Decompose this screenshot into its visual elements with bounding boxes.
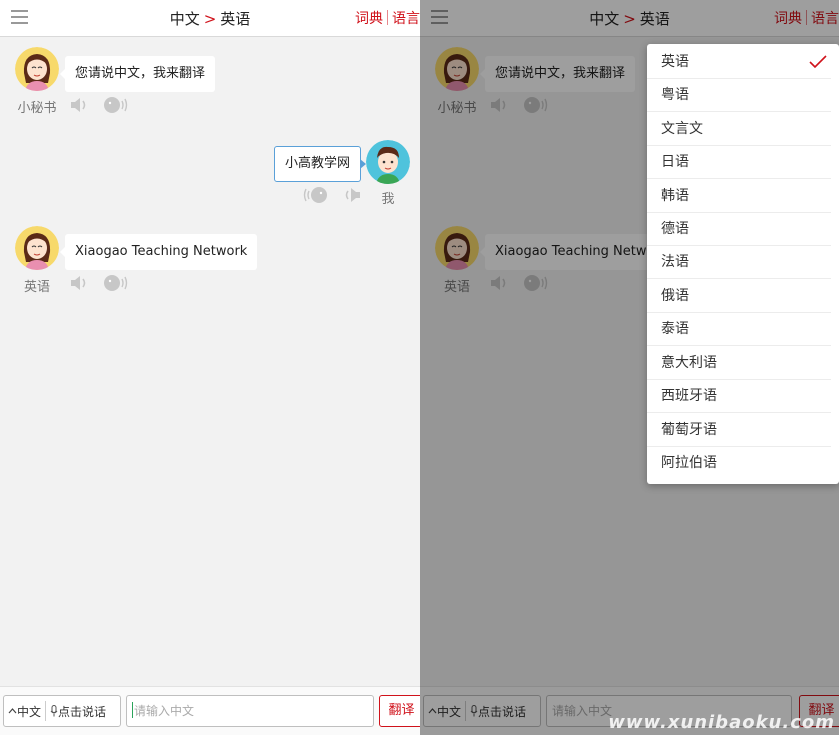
message-bubble[interactable]: Xiaogao Teaching Network	[60, 234, 258, 270]
speaker-icon[interactable]	[69, 96, 89, 114]
slow-speech-icon[interactable]	[302, 185, 328, 205]
translate-button[interactable]: 翻译	[379, 695, 420, 727]
microphone-icon	[50, 705, 58, 717]
input-mode-group: 中文 点击说话	[3, 695, 121, 727]
slow-speech-icon[interactable]	[103, 273, 129, 293]
dictionary-link[interactable]: 词典	[355, 11, 383, 27]
language-option[interactable]: 文言文	[647, 113, 831, 146]
input-language-toggle[interactable]: 中文	[4, 696, 45, 726]
message-text: Xiaogao Teaching Network	[75, 244, 248, 259]
chevron-up-icon	[8, 708, 17, 714]
target-language: 英语	[220, 10, 251, 28]
checkmark-icon	[809, 55, 827, 69]
slow-speech-icon[interactable]	[103, 95, 129, 115]
language-option-english[interactable]: 英语	[647, 46, 831, 79]
speaker-icon[interactable]	[69, 274, 89, 292]
voice-input-button[interactable]: 点击说话	[46, 696, 110, 726]
translator-screen-dropdown-open: 中文 > 英语 词典 语言 小秘书 您请说中文，我来翻译 英语 Xiaogao Tea…	[420, 0, 839, 735]
language-option[interactable]: 法语	[647, 246, 831, 279]
language-option[interactable]: 德语	[647, 213, 831, 246]
language-option[interactable]: 韩语	[647, 180, 831, 213]
language-option[interactable]: 西班牙语	[647, 380, 831, 413]
language-link[interactable]: 语言	[392, 11, 420, 27]
bubble-tail	[60, 69, 65, 79]
language-option[interactable]: 日语	[647, 146, 831, 179]
text-cursor	[132, 702, 133, 718]
voice-input-label: 点击说话	[58, 704, 107, 719]
bubble-tail	[360, 159, 367, 169]
top-bar: 中文 > 英语 词典 语言	[0, 0, 420, 37]
message-controls	[69, 95, 129, 115]
message-text: 您请说中文，我来翻译	[75, 66, 206, 81]
language-option[interactable]: 俄语	[647, 280, 831, 313]
language-option[interactable]: 粤语	[647, 79, 831, 112]
link-divider	[387, 10, 388, 25]
language-option[interactable]: 泰语	[647, 313, 831, 346]
user-avatar-icon	[366, 140, 410, 184]
message-bubble[interactable]: 您请说中文，我来翻译	[60, 56, 216, 92]
message-controls	[69, 273, 129, 293]
language-option[interactable]: 阿拉伯语	[647, 447, 831, 480]
language-option[interactable]: 葡萄牙语	[647, 414, 831, 447]
assistant-avatar-icon	[15, 47, 59, 91]
message-text: 小高教学网	[285, 156, 351, 171]
assistant-avatar-icon	[15, 226, 59, 270]
target-language-dropdown: 英语 粤语 文言文 日语 韩语 德语 法语 俄语 泰语 意大利语 西班牙语 葡萄…	[647, 44, 839, 484]
input-bar: 中文 点击说话 请输入中文 翻译	[0, 686, 420, 735]
speaker-name: 小秘书	[17, 101, 57, 116]
speaker-name: 英语	[23, 280, 50, 295]
message-controls	[302, 185, 362, 205]
input-placeholder: 请输入中文	[134, 704, 195, 718]
header-links: 词典 语言	[355, 8, 420, 28]
speaker-icon[interactable]	[342, 186, 362, 204]
option-label: 英语	[661, 54, 689, 70]
bubble-tail	[60, 247, 65, 257]
translator-screen: 中文 > 英语 词典 语言 小秘书 您请说中文，我来翻译 我 小高教学网 英语 …	[0, 0, 420, 735]
speaker-name: 我	[381, 192, 395, 207]
input-language-label: 中文	[17, 704, 42, 719]
message-bubble[interactable]: 小高教学网	[274, 146, 367, 182]
arrow-separator: >	[203, 10, 217, 28]
text-input[interactable]: 请输入中文	[126, 695, 374, 727]
watermark: www.xunibaoku.com	[608, 712, 835, 733]
source-language: 中文	[169, 10, 200, 28]
language-option[interactable]: 意大利语	[647, 347, 831, 380]
